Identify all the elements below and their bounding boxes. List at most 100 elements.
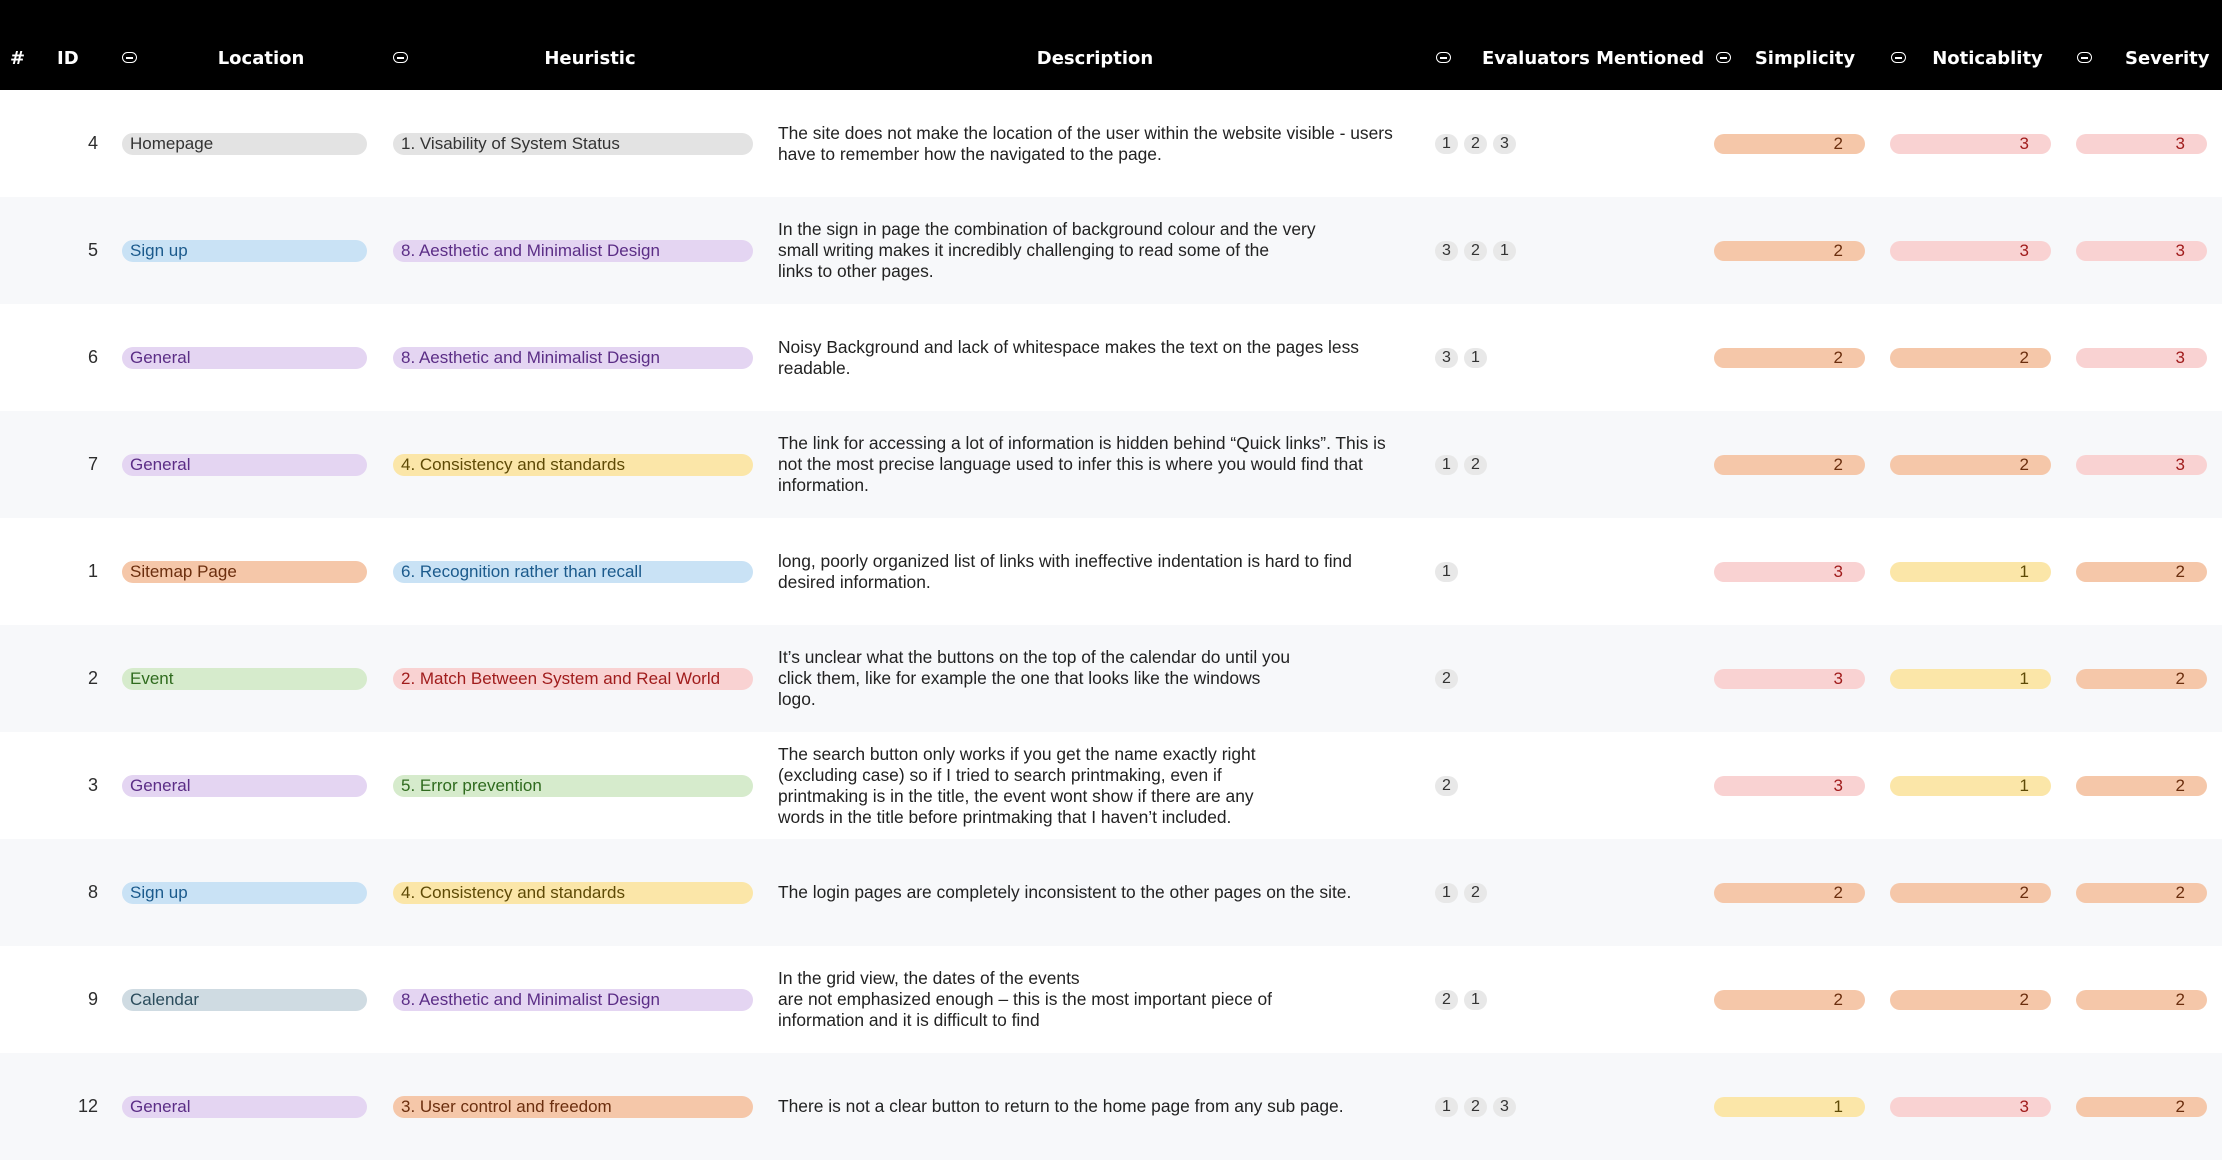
select-type-icon [1716,52,1732,64]
location-tag[interactable]: Calendar [122,989,367,1011]
select-type-icon [1436,52,1452,64]
noticability-score[interactable]: 2 [1890,455,2051,475]
heuristic-column-header[interactable]: Heuristic [420,0,760,90]
noticability-score[interactable]: 2 [1890,348,2051,368]
evaluators-cell[interactable]: 2 [1435,776,1464,796]
table-row[interactable]: 4 Homepage 1. Visability of System Status T… [0,90,2222,197]
table-row[interactable]: 1 2 General 3. User control and freedom Ther… [0,1053,2222,1160]
simplicity-score[interactable]: 3 [1714,776,1865,796]
heuristic-tag[interactable]: 5. Error prevention [393,775,753,797]
evaluator-chip: 2 [1464,1097,1487,1117]
evaluators-cell[interactable]: 12 [1435,883,1493,903]
description-cell[interactable]: It’s unclear what the buttons on the top… [778,625,1418,732]
evaluators-column-header[interactable]: Evaluators Mentioned [1482,0,1704,90]
description-cell[interactable]: The site does not make the location of t… [778,90,1418,197]
evaluators-cell[interactable]: 21 [1435,990,1493,1010]
simplicity-score[interactable]: 2 [1714,990,1865,1010]
severity-score[interactable]: 2 [2076,883,2207,903]
location-tag[interactable]: General [122,775,367,797]
location-tag[interactable]: Sign up [122,240,367,262]
description-cell[interactable]: The login pages are completely inconsist… [778,839,1418,946]
table-row[interactable]: 8 Sign up 4. Consistency and standards The … [0,839,2222,946]
table-row[interactable]: 6 General 8. Aesthetic and Minimalist Desi… [0,304,2222,411]
location-column-header[interactable]: Location [150,0,372,90]
heuristic-tag[interactable]: 1. Visability of System Status [393,133,753,155]
row-id: 9 [87,989,98,1009]
location-tag[interactable]: General [122,1096,367,1118]
id-column-header[interactable]: ID [57,0,79,90]
location-tag[interactable]: Sign up [122,882,367,904]
severity-score[interactable]: 3 [2076,134,2207,154]
severity-score[interactable]: 2 [2076,562,2207,582]
noticability-score[interactable]: 2 [1890,990,2051,1010]
evaluator-chip: 1 [1464,348,1487,368]
location-tag[interactable]: Homepage [122,133,367,155]
heuristic-tag[interactable]: 8. Aesthetic and Minimalist Design [393,240,753,262]
table-row[interactable]: 3 General 5. Error prevention The search bu… [0,732,2222,839]
simplicity-score[interactable]: 2 [1714,134,1865,154]
heuristic-tag[interactable]: 6. Recognition rather than recall [393,561,753,583]
table-row[interactable]: 5 Sign up 8. Aesthetic and Minimalist Desi… [0,197,2222,304]
table-row[interactable]: 9 Calendar 8. Aesthetic and Minimalist Des… [0,946,2222,1053]
description-cell[interactable]: long, poorly organized list of links wit… [778,518,1418,625]
noticability-score[interactable]: 3 [1890,134,2051,154]
severity-score[interactable]: 2 [2076,1097,2207,1117]
noticability-score[interactable]: 1 [1890,562,2051,582]
heuristic-tag[interactable]: 4. Consistency and standards [393,454,753,476]
location-tag[interactable]: Event [122,668,367,690]
table-row[interactable]: 2 Event 2. Match Between System and Real W… [0,625,2222,732]
description-text: It’s unclear what the buttons on the top… [778,647,1291,709]
severity-score[interactable]: 3 [2076,348,2207,368]
location-tag[interactable]: General [122,347,367,369]
evaluator-chip: 3 [1435,241,1458,261]
description-text: Noisy Background and lack of whitespace … [778,336,1359,378]
heuristic-tag[interactable]: 3. User control and freedom [393,1096,753,1118]
description-cell[interactable]: In the sign in page the combination of b… [778,197,1418,304]
evaluators-cell[interactable]: 31 [1435,348,1493,368]
simplicity-score[interactable]: 2 [1714,883,1865,903]
noticability-score[interactable]: 3 [1890,241,2051,261]
evaluation-table-view: # ID Location Heuristic Description Eval… [0,0,2222,1166]
heuristic-tag[interactable]: 2. Match Between System and Real World [393,668,753,690]
evaluators-cell[interactable]: 2 [1435,669,1464,689]
description-column-header[interactable]: Description [780,0,1410,90]
description-cell[interactable]: In the grid view, the dates of the event… [778,946,1418,1053]
location-tag[interactable]: General [122,454,367,476]
evaluators-cell[interactable]: 321 [1435,241,1522,261]
noticability-score[interactable]: 1 [1890,776,2051,796]
heuristic-tag[interactable]: 8. Aesthetic and Minimalist Design [393,989,753,1011]
simplicity-column-header[interactable]: Simplicity [1740,0,1870,90]
heuristic-tag[interactable]: 8. Aesthetic and Minimalist Design [393,347,753,369]
table-row[interactable]: 1 Sitemap Page 6. Recognition rather than … [0,518,2222,625]
row-id: 8 [87,882,98,902]
evaluator-chip: 1 [1435,455,1458,475]
noticability-score[interactable]: 2 [1890,883,2051,903]
severity-score[interactable]: 3 [2076,241,2207,261]
simplicity-score[interactable]: 3 [1714,562,1865,582]
table-row[interactable]: 7 General 4. Consistency and standards The … [0,411,2222,518]
noticability-score[interactable]: 1 [1890,669,2051,689]
description-cell[interactable]: Noisy Background and lack of whitespace … [778,304,1418,411]
severity-score[interactable]: 3 [2076,455,2207,475]
noticability-score[interactable]: 3 [1890,1097,2051,1117]
simplicity-score[interactable]: 3 [1714,669,1865,689]
severity-score[interactable]: 2 [2076,776,2207,796]
description-cell[interactable]: The link for accessing a lot of informat… [778,411,1418,518]
severity-score[interactable]: 2 [2076,669,2207,689]
simplicity-score[interactable]: 2 [1714,241,1865,261]
evaluators-cell[interactable]: 1 [1435,562,1464,582]
evaluators-cell[interactable]: 123 [1435,134,1522,154]
simplicity-score[interactable]: 2 [1714,455,1865,475]
simplicity-score[interactable]: 1 [1714,1097,1865,1117]
simplicity-score[interactable]: 2 [1714,348,1865,368]
heuristic-tag[interactable]: 4. Consistency and standards [393,882,753,904]
evaluators-cell[interactable]: 123 [1435,1097,1522,1117]
severity-column-header[interactable]: Severity [2125,0,2210,90]
severity-score[interactable]: 2 [2076,990,2207,1010]
description-cell[interactable]: There is not a clear button to return to… [778,1053,1418,1160]
description-cell[interactable]: The search button only works if you get … [778,732,1418,839]
description-text: The link for accessing a lot of informat… [778,433,1386,495]
evaluators-cell[interactable]: 12 [1435,455,1493,475]
location-tag[interactable]: Sitemap Page [122,561,367,583]
noticability-column-header[interactable]: Noticablity [1915,0,2060,90]
